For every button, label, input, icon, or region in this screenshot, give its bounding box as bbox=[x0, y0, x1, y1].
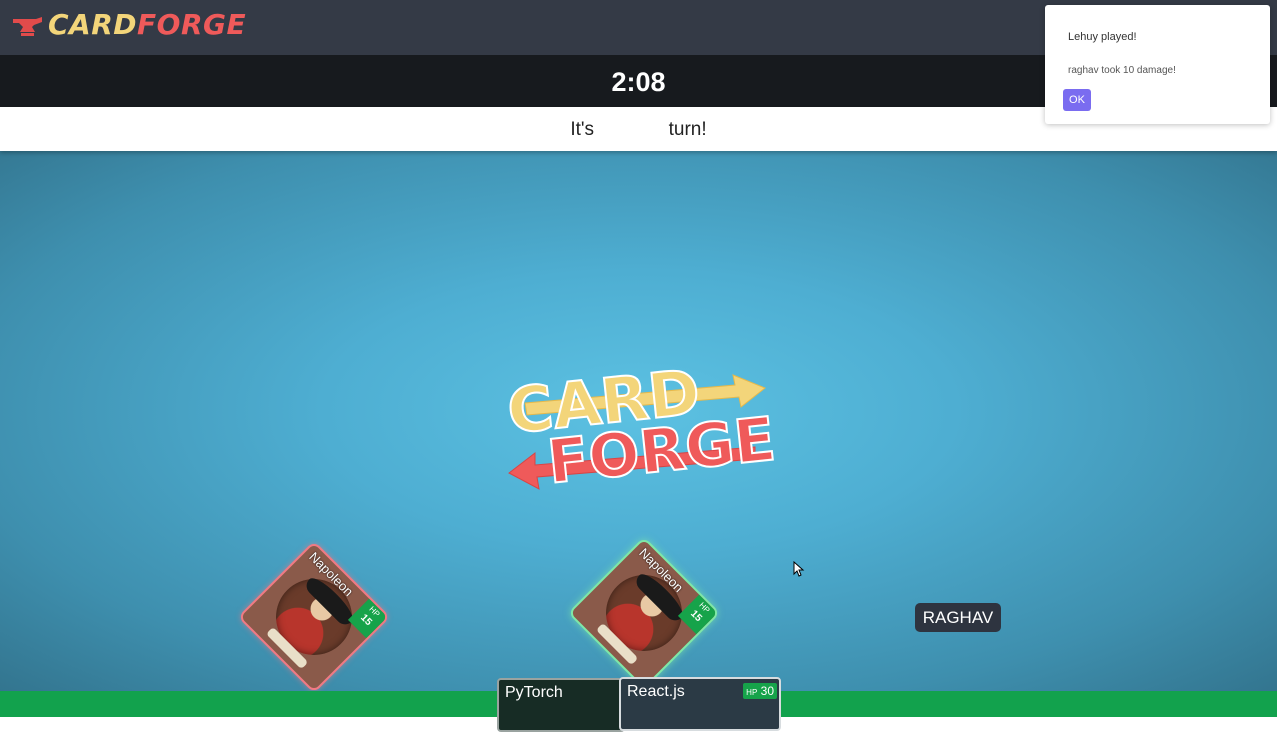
notification-message: raghav took 10 damage! bbox=[1068, 65, 1176, 76]
turn-prefix: It's bbox=[570, 119, 595, 140]
brand-logo[interactable]: CARDFORGE bbox=[12, 8, 246, 41]
anvil-icon bbox=[13, 16, 42, 36]
hand-card-name: React.js bbox=[627, 683, 685, 700]
hand-card-pytorch[interactable]: PyTorch bbox=[497, 678, 625, 732]
mouse-cursor-icon bbox=[793, 561, 805, 577]
turn-suffix: turn! bbox=[668, 119, 707, 140]
hand-card-name: PyTorch bbox=[505, 684, 563, 701]
cardforge-board-logo: CARD FORGE bbox=[505, 355, 775, 495]
player-name-tag: RAGHAV bbox=[915, 603, 1001, 632]
notification-title: Lehuy played! bbox=[1068, 31, 1137, 43]
turn-player-name bbox=[599, 121, 664, 135]
turn-timer: 2:08 bbox=[611, 67, 666, 97]
turn-text: It's turn! bbox=[570, 119, 706, 140]
hand-card-hp-badge: HP 30 bbox=[743, 683, 777, 699]
hand-card-reactjs[interactable]: React.js HP 30 bbox=[619, 677, 781, 731]
ok-button[interactable]: OK bbox=[1063, 89, 1091, 111]
brand-name: CARDFORGE bbox=[48, 8, 247, 41]
notification-popup: Lehuy played! raghav took 10 damage! OK bbox=[1045, 5, 1270, 124]
